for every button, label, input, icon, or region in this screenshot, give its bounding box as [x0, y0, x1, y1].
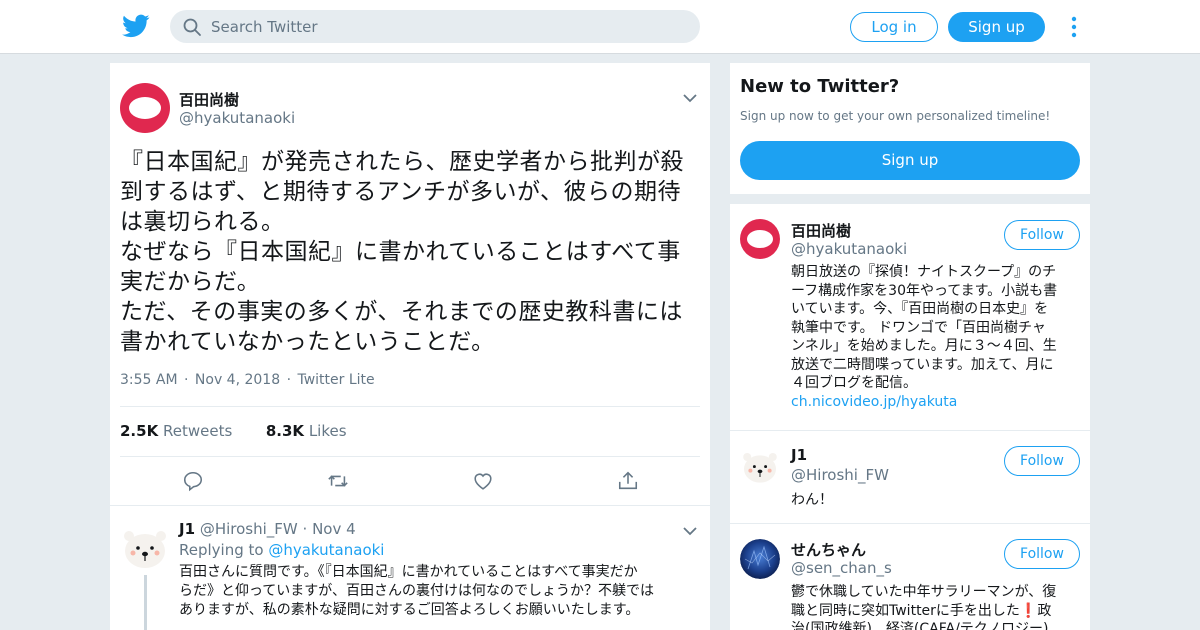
vertical-dots-icon[interactable] [1069, 15, 1079, 39]
share-icon[interactable] [617, 470, 639, 492]
replying-to: Replying to @hyakutanaoki [179, 541, 384, 559]
reply-date[interactable]: Nov 4 [312, 520, 356, 538]
tweet-text-line: 到するはず、と期待するアンチが多いが、彼らの期待 [120, 179, 682, 205]
user-name[interactable]: 百田尚樹 [791, 220, 851, 241]
signup-prompt-button[interactable]: Sign up [740, 141, 1080, 180]
bio-line: 執筆中です。 ドワンゴで「百田尚樹チャ [791, 319, 1046, 336]
related-users-card: 百田尚樹 @hyakutanaoki Follow 朝日放送の『探偵！ナイトスク… [730, 204, 1090, 630]
tweet-text-line: 『日本国紀』が発売されたら、歴史学者から批判が殺 [120, 149, 684, 175]
avatar[interactable] [740, 219, 780, 259]
separator-dot: · [302, 520, 308, 538]
search-box[interactable]: Search Twitter [170, 10, 700, 43]
user-name[interactable]: せんちゃん [791, 539, 866, 560]
avatar[interactable] [120, 83, 170, 133]
bio-line: いています。今、『百田尚樹の日本史』を [791, 301, 1049, 317]
separator-dot: · [286, 372, 292, 388]
bio-line: 治(国政維新)、経済(CAFA/テクノロジー) [791, 621, 1049, 630]
like-icon[interactable] [472, 470, 494, 492]
tweet-panel: 百田尚樹 @hyakutanaoki 『日本国紀』が発売されたら、歴史学者から批… [110, 63, 710, 630]
user-bio: わん！ [791, 491, 1081, 510]
reply-header: J1 @Hiroshi_FW · Nov 4 [179, 520, 356, 538]
signup-prompt-title: New to Twitter? [740, 76, 900, 97]
user-handle[interactable]: @sen_chan_s [791, 559, 892, 577]
retweets-count: 2.5K [120, 422, 159, 440]
tweet-text-line: なぜなら『日本国紀』に書かれていることはすべて事 [120, 239, 681, 265]
reply-text-line: 百田さんに質問です。《『日本国紀』に書かれていることはすべて事実だか [179, 564, 638, 580]
bio-line: ーフ構成作家を30年やってます。小説も書 [791, 282, 1058, 299]
tweet-date[interactable]: Nov 4, 2018 [195, 372, 280, 388]
avatar[interactable] [120, 521, 170, 571]
follow-button[interactable]: Follow [1004, 446, 1080, 476]
divider [120, 406, 700, 407]
retweets-label: Retweets [162, 422, 233, 440]
tweet-text-line: 書かれていなかったということだ。 [120, 329, 495, 355]
divider [110, 505, 710, 506]
tweet-author-handle[interactable]: @hyakutanaoki [179, 109, 295, 127]
thread-line [144, 575, 147, 630]
tweet-source[interactable]: Twitter Lite [297, 372, 374, 388]
search-input[interactable]: Search Twitter [211, 18, 318, 36]
replying-to-label: Replying to [179, 541, 264, 559]
signup-prompt-card: New to Twitter? Sign up now to get your … [730, 63, 1090, 194]
user-card: J1 @Hiroshi_FW Follow わん！ [730, 431, 1090, 523]
search-icon [183, 18, 201, 36]
follow-button[interactable]: Follow [1004, 220, 1080, 250]
likes-count: 8.3K [265, 422, 305, 440]
retweet-icon[interactable] [327, 470, 349, 492]
top-navigation-bar: Search Twitter Log in Sign up [0, 0, 1200, 54]
reply-text: 百田さんに質問です。《『日本国紀』に書かれていることはすべて事実だか らだ》と仰… [179, 563, 699, 620]
chevron-down-icon[interactable] [682, 523, 698, 539]
tweet-author-name[interactable]: 百田尚樹 [179, 89, 239, 110]
bio-line: ４回ブログを配信。 [791, 375, 917, 391]
user-bio-link[interactable]: ch.nicovideo.jp/hyakuta [791, 394, 957, 410]
login-button[interactable]: Log in [850, 12, 938, 42]
user-card: せんちゃん @sen_chan_s Follow 鬱で休職していた中年サラリーマ… [730, 524, 1090, 630]
bio-line: ンネル」を始めました。月に３～４回、生 [791, 338, 1057, 354]
signup-prompt-subtitle: Sign up now to get your own personalized… [740, 109, 1051, 123]
likes-stat[interactable]: 8.3K Likes [266, 422, 347, 440]
avatar[interactable] [740, 539, 780, 579]
tweet-text-line: は裏切られる。 [120, 209, 285, 235]
reply-author-handle[interactable]: @Hiroshi_FW [200, 520, 298, 538]
bio-line: 朝日放送の『探偵！ナイトスクープ』のチ [791, 264, 1057, 280]
bio-line: 鬱で休職していた中年サラリーマンが、復 [791, 584, 1057, 600]
tweet-metadata: 3:55 AM · Nov 4, 2018 · Twitter Lite [120, 372, 377, 388]
likes-label: Likes [308, 422, 347, 440]
tweet-text-line: ただ、その事実の多くが、それまでの歴史教科書には [120, 299, 683, 325]
divider [120, 456, 700, 457]
tweet-text-line: 実だからだ。 [120, 269, 261, 295]
tweet-stats: 2.5K Retweets 8.3K Likes [120, 422, 347, 440]
reply-text-line: らだ》と仰っていますが、百田さんの裏付けは何なのでしょうか？不躾では [179, 583, 655, 599]
bio-line: 職と同時に突如Twitterに手を出した❗政 [791, 602, 1052, 619]
avatar[interactable] [740, 445, 780, 485]
reply-icon[interactable] [182, 470, 204, 492]
twitter-bird-icon[interactable] [122, 12, 150, 40]
user-handle[interactable]: @Hiroshi_FW [791, 466, 889, 484]
reply-text-line: ありますが、私の素朴な疑問に対するご回答よろしくお願いいたします。 [179, 602, 640, 618]
tweet-time[interactable]: 3:55 AM [120, 372, 178, 388]
user-card: 百田尚樹 @hyakutanaoki Follow 朝日放送の『探偵！ナイトスク… [730, 204, 1090, 430]
reply-author-name[interactable]: J1 [179, 520, 195, 538]
retweets-stat[interactable]: 2.5K Retweets [120, 422, 232, 440]
user-handle[interactable]: @hyakutanaoki [791, 240, 907, 258]
user-bio: 朝日放送の『探偵！ナイトスクープ』のチ ーフ構成作家を30年やってます。小説も書… [791, 263, 1081, 411]
chevron-down-icon[interactable] [682, 90, 698, 106]
bio-line: わん！ [791, 492, 833, 508]
separator-dot: · [184, 372, 189, 388]
follow-button[interactable]: Follow [1004, 539, 1080, 569]
bio-line: 放送で二時間喋っています。加えて、月に [791, 356, 1054, 373]
user-name[interactable]: J1 [791, 446, 807, 464]
replying-to-link[interactable]: @hyakutanaoki [268, 541, 384, 559]
tweet-text: 『日本国紀』が発売されたら、歴史学者から批判が殺 到するはず、と期待するアンチが… [120, 147, 700, 357]
signup-button[interactable]: Sign up [948, 12, 1045, 42]
user-bio: 鬱で休職していた中年サラリーマンが、復 職と同時に突如Twitterに手を出した… [791, 583, 1081, 630]
